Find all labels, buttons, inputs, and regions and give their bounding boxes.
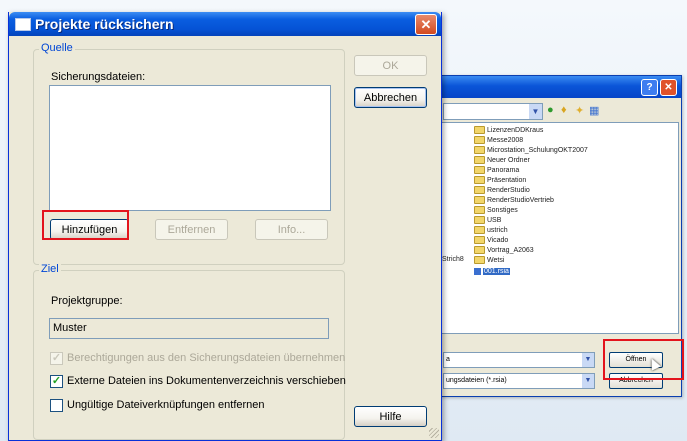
folder-item[interactable]: RenderStudioVertrieb xyxy=(474,196,554,205)
folder-item[interactable]: Präsentation xyxy=(474,176,526,185)
folder-item[interactable]: Neuer Ordner xyxy=(474,156,530,165)
backup-files-list[interactable] xyxy=(49,85,331,211)
remove-invalid-links-label: Ungültige Dateiverknüpfungen entfernen xyxy=(67,399,265,411)
chevron-down-icon[interactable]: ▼ xyxy=(529,104,542,119)
folder-icon xyxy=(474,126,485,135)
filetype-select[interactable]: ungsdateien (*.rsia) ▼ xyxy=(443,373,595,389)
folder-item[interactable]: Vicado xyxy=(474,236,508,245)
open-file-toolbar: ▼ ● ♦ ✦ ▦ xyxy=(441,100,681,122)
add-button-highlight xyxy=(42,210,129,240)
move-external-files-label: Externe Dateien ins Dokumentenverzeichni… xyxy=(67,375,346,387)
folder-icon xyxy=(474,146,485,155)
source-group-label: Quelle xyxy=(39,42,75,54)
view-menu-icon[interactable]: ▦ xyxy=(589,104,599,117)
back-icon[interactable]: ● xyxy=(547,104,554,116)
folder-item[interactable]: Vortrag_A2063 xyxy=(474,246,534,255)
folder-icon xyxy=(474,206,485,215)
backup-files-label: Sicherungsdateien: xyxy=(51,71,146,83)
ok-button[interactable]: OK xyxy=(354,55,427,76)
folder-item[interactable]: Microstation_SchulungOKT2007 xyxy=(474,146,588,155)
folder-icon xyxy=(474,156,485,165)
chevron-down-icon[interactable]: ▼ xyxy=(582,353,594,367)
folder-icon xyxy=(474,216,485,225)
folder-item[interactable]: Messe2008 xyxy=(474,136,523,145)
folder-item[interactable]: USB xyxy=(474,216,501,225)
open-file-dialog-titlebar: ? ✕ xyxy=(441,76,681,98)
info-button[interactable]: Info... xyxy=(255,219,328,240)
new-folder-icon[interactable]: ✦ xyxy=(575,104,584,117)
folder-icon xyxy=(474,246,485,255)
folder-icon xyxy=(474,226,485,235)
folder-icon xyxy=(474,166,485,175)
folder-icon xyxy=(474,186,485,195)
permissions-checkbox[interactable]: ✓ xyxy=(50,352,63,365)
close-title-button[interactable]: ✕ xyxy=(660,79,677,96)
project-group-field[interactable]: Muster xyxy=(49,318,329,339)
remove-button[interactable]: Entfernen xyxy=(155,219,228,240)
target-group-label: Ziel xyxy=(39,263,61,275)
dialog-title: Projekte rücksichern xyxy=(35,16,174,32)
file-list[interactable]: LizenzenDDKraus Messe2008 Microstation_S… xyxy=(441,122,679,334)
close-button[interactable]: ✕ xyxy=(415,14,437,35)
help-title-button[interactable]: ? xyxy=(641,79,658,96)
cancel-button[interactable]: Abbrechen xyxy=(354,87,427,108)
remove-invalid-links-checkbox[interactable] xyxy=(50,399,63,412)
help-button[interactable]: Hilfe xyxy=(354,406,427,427)
look-in-combobox[interactable]: ▼ xyxy=(443,103,543,120)
move-external-files-checkbox[interactable]: ✓ xyxy=(50,375,63,388)
open-button-highlight xyxy=(603,339,684,380)
folder-item[interactable]: Panorama xyxy=(474,166,519,175)
file-item-selected[interactable]: 001.rsia xyxy=(474,267,510,276)
folder-item[interactable]: ustrich xyxy=(474,226,508,235)
chevron-down-icon[interactable]: ▼ xyxy=(582,374,594,388)
left-pane-text: Strich8 xyxy=(442,256,464,263)
folder-icon xyxy=(474,256,485,265)
file-icon xyxy=(474,267,481,275)
app-icon xyxy=(15,18,31,31)
folder-icon xyxy=(474,176,485,185)
folder-item[interactable]: RenderStudio xyxy=(474,186,530,195)
up-folder-icon[interactable]: ♦ xyxy=(561,104,567,116)
filename-input[interactable]: a ▼ xyxy=(443,352,595,368)
folder-item[interactable]: Wetsi xyxy=(474,256,504,265)
folder-icon xyxy=(474,136,485,145)
resize-grip-icon[interactable] xyxy=(429,428,439,438)
folder-item[interactable]: Sonstiges xyxy=(474,206,518,215)
permissions-checkbox-label: Berechtigungen aus den Sicherungsdateien… xyxy=(67,352,346,364)
project-group-label: Projektgruppe: xyxy=(51,295,123,307)
folder-icon xyxy=(474,236,485,245)
dialog-titlebar: Projekte rücksichern ✕ xyxy=(9,12,441,36)
folder-item[interactable]: LizenzenDDKraus xyxy=(474,126,543,135)
folder-icon xyxy=(474,196,485,205)
